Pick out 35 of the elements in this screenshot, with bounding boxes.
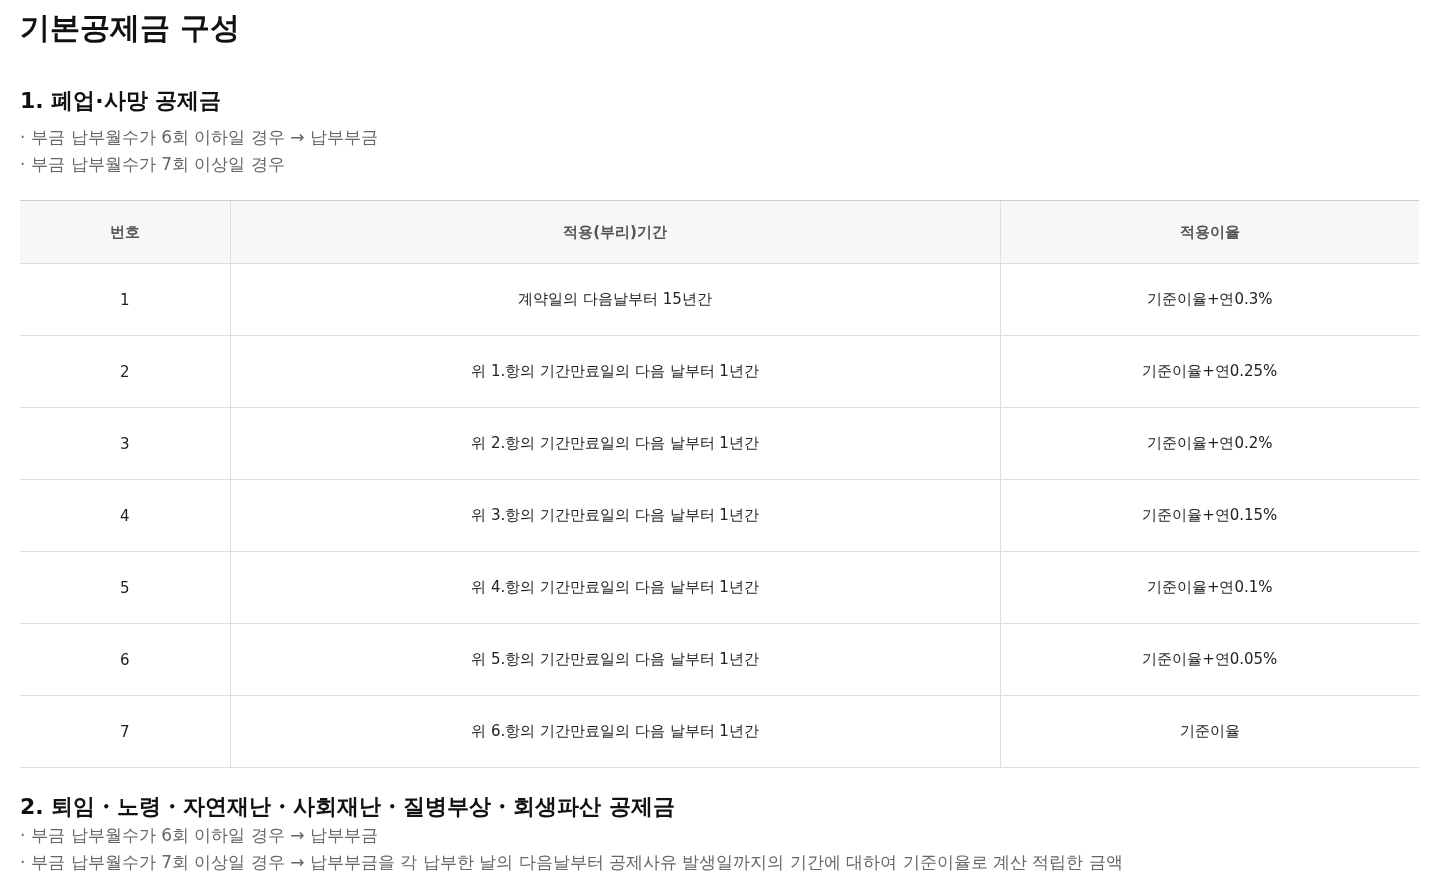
table-cell: 기준이율+연0.3% [1000,263,1419,336]
table-cell: 4 [20,479,230,552]
table-cell: 3 [20,407,230,480]
table-cell: 6 [20,623,230,696]
page-title: 기본공제금 구성 [20,9,242,47]
table-cell: 위 3.항의 기간만료일의 다음 날부터 1년간 [230,479,1000,552]
table-cell: 위 6.항의 기간만료일의 다음 날부터 1년간 [230,695,1000,768]
bullet-text: 부금 납부월수가 6회 이하일 경우 → 납부부금 [31,824,378,847]
section-heading: 2. 퇴임・노령・자연재난・사회재난・질병부상・회생파산 공제금 [20,793,676,821]
table-cell: 위 5.항의 기간만료일의 다음 날부터 1년간 [230,623,1000,696]
table-cell: 위 2.항의 기간만료일의 다음 날부터 1년간 [230,407,1000,480]
bullet-text: 부금 납부월수가 7회 이상일 경우 [31,153,285,176]
table-cell: 5 [20,551,230,624]
bullet-mark: · [20,153,26,176]
table-cell: 기준이율+연0.1% [1000,551,1419,624]
table-cell: 계약일의 다음날부터 15년간 [230,263,1000,336]
table-cell: 기준이율+연0.2% [1000,407,1419,480]
table-cell: 7 [20,695,230,768]
bullet-text: 부금 납부월수가 6회 이하일 경우 → 납부부금 [31,126,378,149]
table-cell: 기준이율 [1000,695,1419,768]
bullet-mark: · [20,824,26,847]
column-header: 번호 [20,200,230,264]
table-cell: 기준이율+연0.25% [1000,335,1419,408]
table-cell: 위 1.항의 기간만료일의 다음 날부터 1년간 [230,335,1000,408]
bullet-text: 부금 납부월수가 7회 이상일 경우 → 납부부금을 각 납부한 날의 다음날부터 공제사유 발생일까지의 기간에 대하여 기준이율로 계산 적립한 금액 [31,851,1123,874]
bullet-mark: · [20,126,26,149]
table-cell: 2 [20,335,230,408]
column-header: 적용(부리)기간 [230,200,1000,264]
section-heading: 1. 폐업·사망 공제금 [20,87,223,115]
table-cell: 기준이율+연0.15% [1000,479,1419,552]
table-cell: 위 4.항의 기간만료일의 다음 날부터 1년간 [230,551,1000,624]
table-cell: 기준이율+연0.05% [1000,623,1419,696]
table-cell: 1 [20,263,230,336]
column-header: 적용이율 [1000,200,1419,264]
bullet-mark: · [20,851,26,874]
